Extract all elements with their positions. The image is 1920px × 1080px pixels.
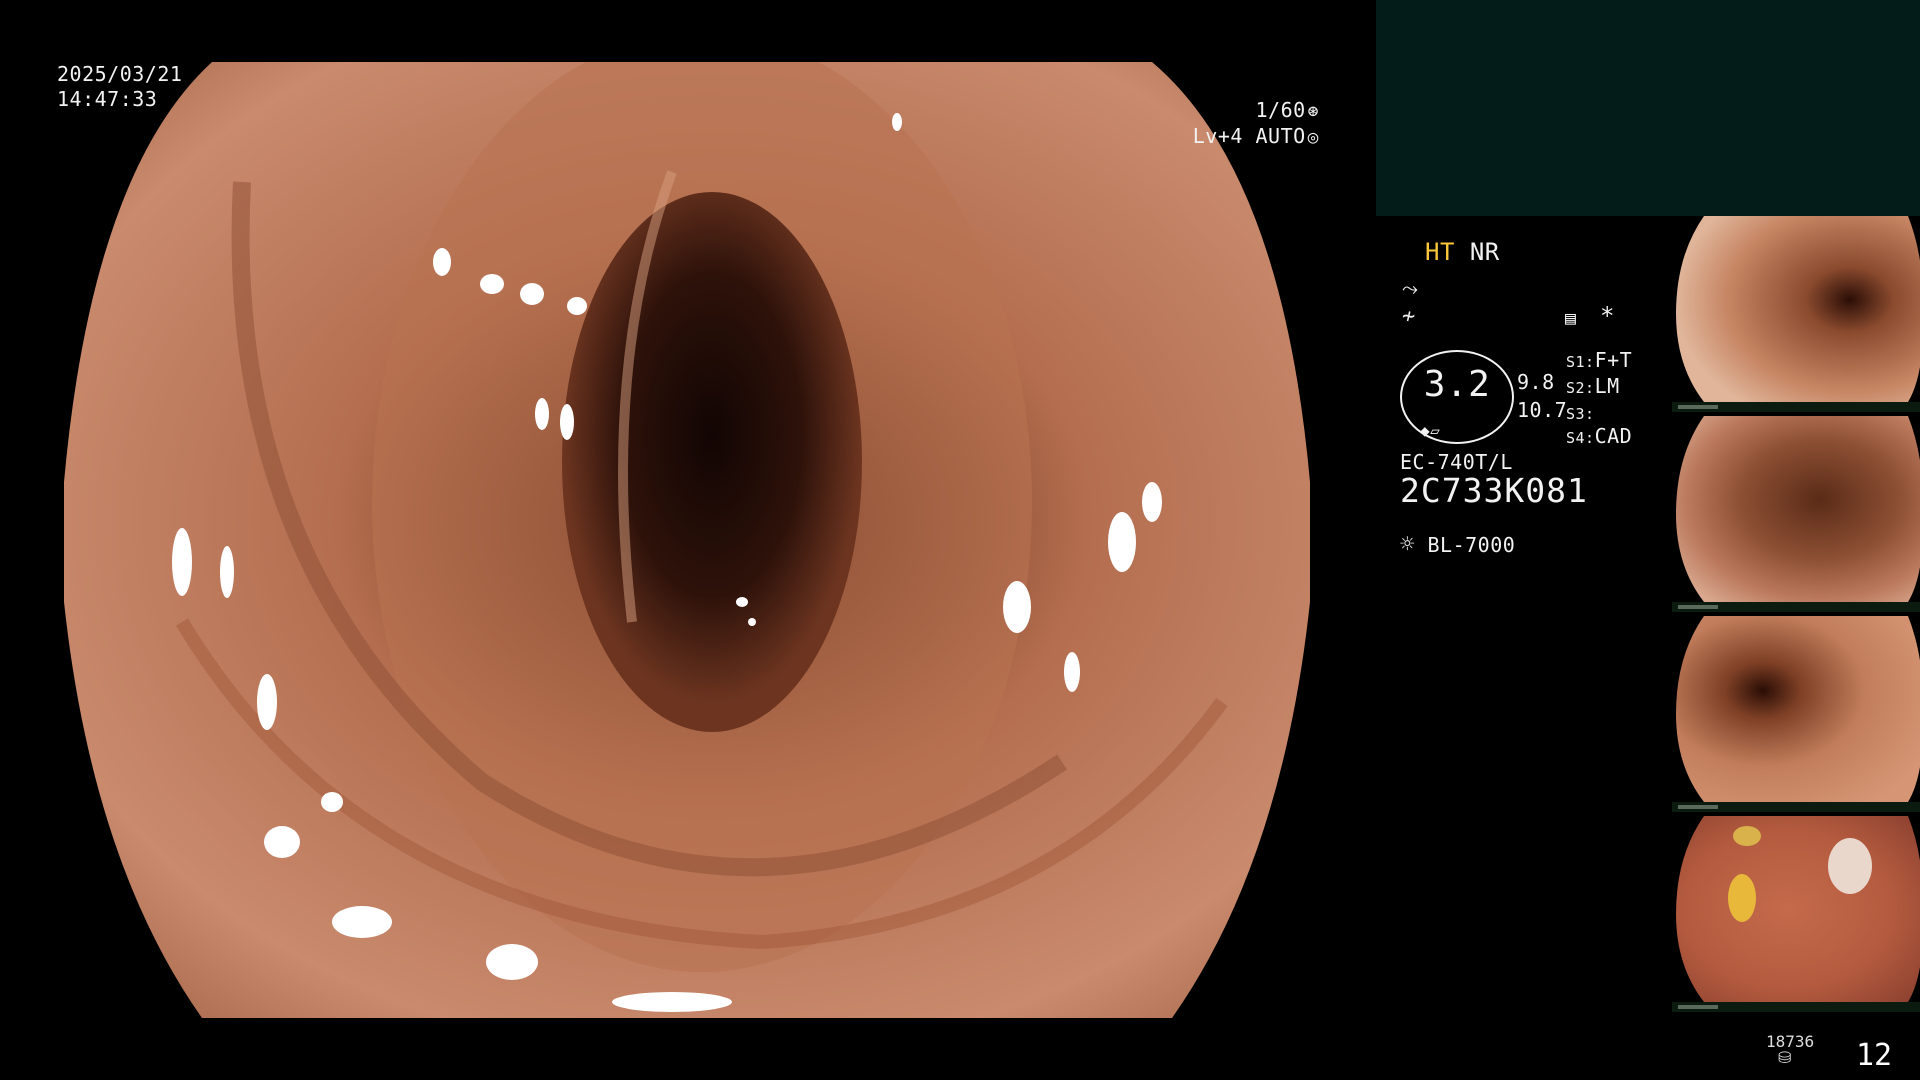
s4-label: S4: — [1566, 429, 1595, 447]
endoscope-live-view — [62, 62, 1312, 1018]
side-top-value: 9.8 — [1517, 370, 1555, 394]
shutter-text: 1/60 — [1255, 98, 1306, 122]
wave-icon: ⤳ — [1402, 276, 1419, 300]
asterisk-mark: * — [1600, 302, 1615, 330]
s1-label: S1: — [1566, 353, 1595, 371]
scope-ring-indicator: 3.2 ◆▱ — [1400, 350, 1514, 444]
sub-monitor-area — [1376, 0, 1920, 216]
date-text: 2025/03/21 — [57, 62, 183, 86]
ring-value: 3.2 — [1423, 364, 1491, 405]
s2-label: S2: — [1566, 379, 1595, 397]
capture-thumbnail[interactable] — [1672, 416, 1920, 612]
sun-icon: ☼ — [1400, 530, 1415, 558]
capture-thumbnail[interactable] — [1672, 216, 1920, 412]
image-counter: 18736 ⛁ — [1766, 1032, 1814, 1067]
stroke-icon: ≁ — [1402, 304, 1416, 329]
scope-tip-icon: ◆▱ — [1420, 421, 1441, 440]
memo-icon: ▤ — [1565, 308, 1577, 329]
datetime-display: 2025/03/21 14:47:33 — [57, 62, 182, 112]
ht-indicator: HT — [1425, 238, 1455, 266]
s4-value: CAD — [1594, 424, 1633, 448]
exposure-display: 1/60 ⊛ Lv+4 AUTO ◎ — [1193, 98, 1319, 150]
nr-indicator: NR — [1469, 238, 1500, 266]
time-text: 14:47:33 — [57, 87, 158, 111]
capture-counter: 12 — [1856, 1038, 1893, 1073]
s3-label: S3: — [1566, 405, 1595, 423]
s2-value: LM — [1594, 374, 1620, 398]
capture-thumbnail[interactable] — [1672, 816, 1920, 1012]
light-source: BL-7000 — [1427, 533, 1516, 557]
s1-value: F+T — [1594, 348, 1633, 372]
iris-icon: ◎ — [1307, 127, 1319, 148]
capture-thumbnail[interactable] — [1672, 616, 1920, 812]
storage-icon: ⛁ — [1778, 1048, 1792, 1067]
level-text: Lv+4 — [1192, 124, 1243, 148]
side-bottom-value: 10.7 — [1517, 398, 1568, 422]
aperture-icon: ⊛ — [1307, 101, 1319, 122]
mode-text: AUTO — [1255, 124, 1306, 148]
scope-serial: 2C733K081 — [1400, 471, 1588, 510]
